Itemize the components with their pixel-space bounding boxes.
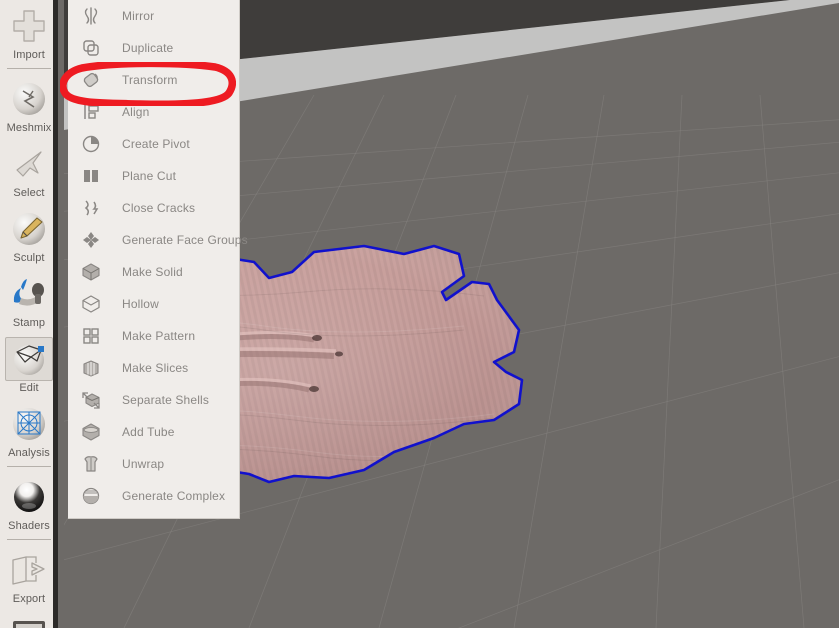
plane-cut-icon	[80, 165, 102, 187]
menu-item-mirror[interactable]: Mirror	[68, 0, 239, 32]
sidebar-item-label: Select	[13, 187, 45, 199]
menu-item-make-solid[interactable]: Make Solid	[68, 256, 239, 288]
tool-sidebar: Import Meshmix Select Sculpt Stamp Edit …	[0, 0, 58, 628]
menu-item-plane-cut[interactable]: Plane Cut	[68, 160, 239, 192]
printer-icon	[5, 613, 53, 628]
menu-item-label: Mirror	[122, 9, 155, 23]
sidebar-item-meshmix[interactable]: Meshmix	[0, 73, 58, 138]
menu-item-label: Add Tube	[122, 425, 175, 439]
sculpt-brush-icon	[5, 207, 53, 251]
sphere-face-icon	[5, 77, 53, 121]
menu-item-label: Close Cracks	[122, 201, 196, 215]
sidebar-item-label: Export	[12, 593, 46, 605]
sidebar-divider	[7, 466, 51, 467]
hollow-icon	[80, 293, 102, 315]
sidebar-item-sculpt[interactable]: Sculpt	[0, 203, 58, 268]
transform-icon	[80, 69, 102, 91]
meshmixer-window: Import Meshmix Select Sculpt Stamp Edit …	[0, 0, 839, 628]
menu-item-label: Unwrap	[122, 457, 165, 471]
stamp-icon	[5, 272, 53, 316]
sidebar-item-label: Sculpt	[13, 252, 45, 264]
menu-item-align[interactable]: Align	[68, 96, 239, 128]
sidebar-item-analysis[interactable]: Analysis	[0, 398, 58, 467]
sidebar-divider	[7, 539, 51, 540]
menu-item-close-cracks[interactable]: Close Cracks	[68, 192, 239, 224]
close-cracks-icon	[80, 197, 102, 219]
menu-item-separate-shells[interactable]: Separate Shells	[68, 384, 239, 416]
sidebar-item-import[interactable]: Import	[0, 0, 58, 69]
menu-item-generate-face-groups[interactable]: Generate Face Groups	[68, 224, 248, 256]
menu-item-generate-complex[interactable]: Generate Complex	[68, 480, 239, 512]
sidebar-divider	[7, 68, 51, 69]
menu-item-label: Hollow	[122, 297, 159, 311]
menu-item-make-slices[interactable]: Make Slices	[68, 352, 239, 384]
make-pattern-icon	[80, 325, 102, 347]
menu-item-label: Make Pattern	[122, 329, 196, 343]
menu-item-transform[interactable]: Transform	[68, 64, 239, 96]
cursor-arrow-icon	[5, 142, 53, 186]
menu-item-label: Make Slices	[122, 361, 189, 375]
menu-item-make-pattern[interactable]: Make Pattern	[68, 320, 239, 352]
menu-item-label: Generate Face Groups	[122, 233, 248, 247]
edit-dropdown-menu: Mirror Duplicate Transform Align Create …	[68, 0, 248, 519]
export-arrow-icon	[5, 548, 53, 592]
plus-icon	[5, 4, 53, 48]
sidebar-item-label: Analysis	[8, 447, 50, 459]
sidebar-item-label: Import	[13, 49, 45, 61]
menu-item-label: Separate Shells	[122, 393, 209, 407]
menu-item-label: Transform	[122, 73, 178, 87]
make-slices-icon	[80, 357, 102, 379]
sidebar-item-shaders[interactable]: Shaders	[0, 471, 58, 540]
sidebar-item-label: Shaders	[8, 520, 50, 532]
sidebar-item-stamp[interactable]: Stamp	[0, 268, 58, 333]
menu-item-add-tube[interactable]: Add Tube	[68, 416, 239, 448]
shader-sphere-icon	[5, 475, 53, 519]
analysis-grid-icon	[5, 402, 53, 446]
create-pivot-icon	[80, 133, 102, 155]
menu-item-duplicate[interactable]: Duplicate	[68, 32, 239, 64]
duplicate-icon	[80, 37, 102, 59]
face-groups-icon	[80, 229, 102, 251]
add-tube-icon	[80, 421, 102, 443]
menu-item-label: Plane Cut	[122, 169, 177, 183]
sidebar-item-label: Edit	[19, 382, 39, 394]
sidebar-item-print[interactable]: Print	[0, 609, 58, 628]
sidebar-item-label: Meshmix	[6, 122, 52, 134]
menu-item-create-pivot[interactable]: Create Pivot	[68, 128, 239, 160]
sidebar-item-select[interactable]: Select	[0, 138, 58, 203]
menu-item-label: Duplicate	[122, 41, 174, 55]
menu-item-label: Generate Complex	[122, 489, 226, 503]
separate-shells-icon	[80, 389, 102, 411]
generate-complex-icon	[80, 485, 102, 507]
menu-item-label: Make Solid	[122, 265, 183, 279]
menu-item-hollow[interactable]: Hollow	[68, 288, 239, 320]
menu-item-label: Align	[122, 105, 150, 119]
make-solid-icon	[80, 261, 102, 283]
sidebar-item-export[interactable]: Export	[0, 544, 58, 609]
sidebar-item-label: Stamp	[12, 317, 46, 329]
menu-item-unwrap[interactable]: Unwrap	[68, 448, 239, 480]
edit-mesh-icon	[5, 337, 53, 381]
align-icon	[80, 101, 102, 123]
sidebar-item-edit[interactable]: Edit	[0, 333, 58, 398]
menu-item-label: Create Pivot	[122, 137, 190, 151]
unwrap-icon	[80, 453, 102, 475]
mirror-icon	[80, 5, 102, 27]
